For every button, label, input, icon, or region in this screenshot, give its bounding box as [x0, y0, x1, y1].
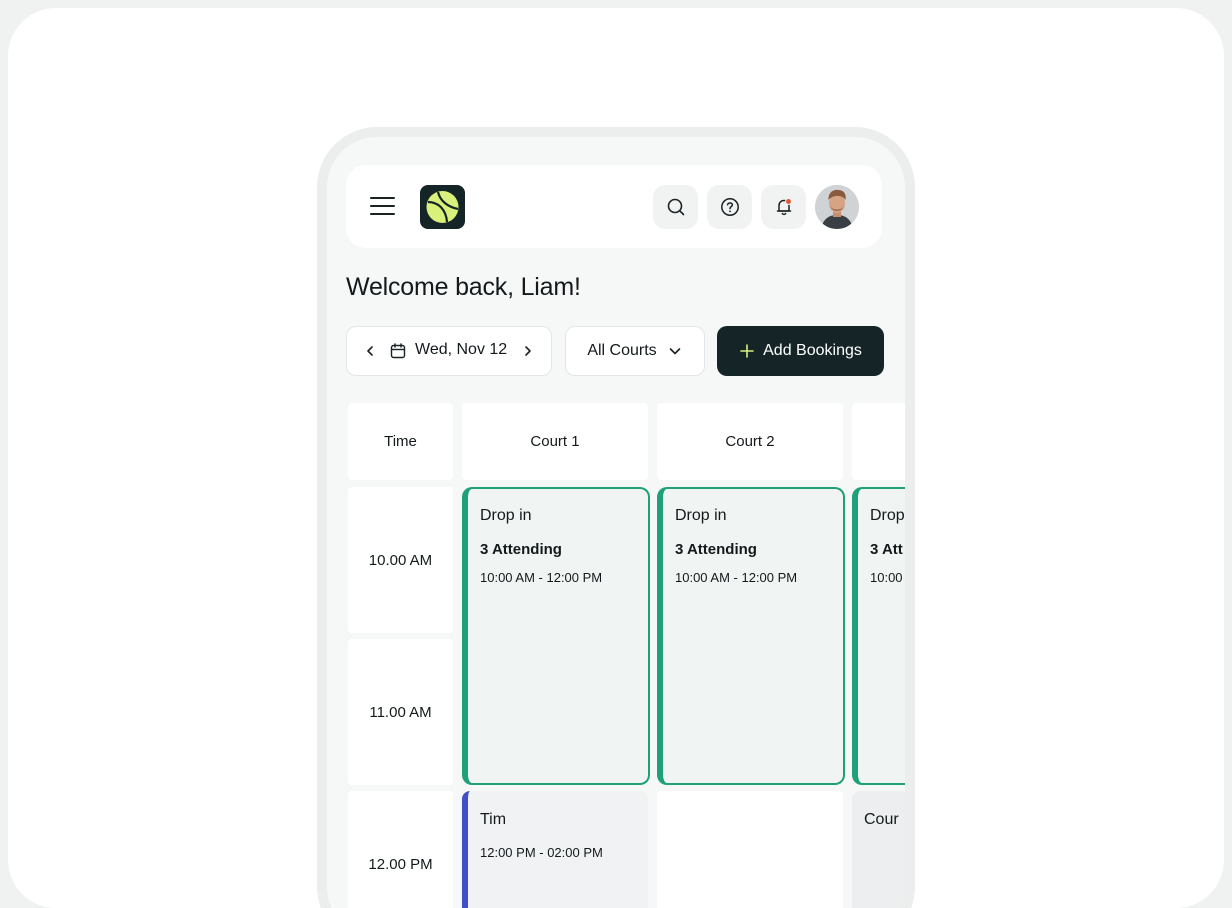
bell-icon[interactable]: [761, 185, 806, 229]
booking-card[interactable]: Cour: [852, 791, 905, 908]
booking-title: Tim: [480, 811, 507, 828]
booking-card[interactable]: Drop 3 Att 10:00: [852, 487, 905, 785]
booking-attending: 3 Attending: [675, 541, 757, 558]
booking-time: 10:00 AM - 12:00 PM: [480, 570, 603, 585]
empty-slot[interactable]: [657, 791, 843, 908]
app-canvas: Welcome back, Liam! Wed, Nov 12 All Cour…: [8, 8, 1224, 908]
booking-title: Drop in: [675, 507, 727, 524]
booking-title: Drop in: [480, 507, 532, 524]
booking-attending: 3 Att: [870, 541, 903, 558]
booking-title: Drop: [870, 507, 905, 524]
top-bar: [346, 165, 882, 248]
page-title: Welcome back, Liam!: [346, 273, 581, 301]
court-3-header: [852, 403, 905, 480]
court-1-header: Court 1: [462, 403, 648, 480]
add-bookings-label: Add Bookings: [763, 342, 862, 359]
phone-frame: Welcome back, Liam! Wed, Nov 12 All Cour…: [317, 127, 915, 908]
booking-time: 10:00 AM - 12:00 PM: [675, 570, 798, 585]
selected-date[interactable]: Wed, Nov 12: [415, 341, 507, 359]
help-circle-icon[interactable]: [707, 185, 752, 229]
time-slot-10am: 10.00 AM: [348, 487, 453, 633]
time-slot-12pm: 12.00 PM: [348, 791, 453, 908]
booking-title: Cour: [864, 811, 899, 828]
chevron-right-icon[interactable]: [520, 343, 536, 359]
schedule-grid: Time Court 1 Court 2 10.00 AM 11.00 AM 1…: [347, 403, 905, 908]
add-bookings-button[interactable]: Add Bookings: [717, 326, 884, 376]
calendar-icon: [389, 342, 407, 360]
booking-time: 10:00: [870, 570, 903, 585]
courts-dropdown[interactable]: All Courts: [565, 326, 705, 376]
courts-dropdown-label: All Courts: [587, 342, 657, 359]
booking-card[interactable]: Drop in 3 Attending 10:00 AM - 12:00 PM: [462, 487, 650, 785]
time-column-header: Time: [348, 403, 453, 480]
booking-time: 12:00 PM - 02:00 PM: [480, 845, 603, 860]
court-2-header: Court 2: [657, 403, 843, 480]
booking-card[interactable]: Tim 12:00 PM - 02:00 PM: [462, 791, 648, 908]
chevron-left-icon[interactable]: [362, 343, 378, 359]
time-slot-11am: 11.00 AM: [348, 639, 453, 785]
tennis-ball-icon[interactable]: [420, 185, 465, 229]
plus-icon: [739, 343, 755, 359]
booking-card[interactable]: Drop in 3 Attending 10:00 AM - 12:00 PM: [657, 487, 845, 785]
booking-attending: 3 Attending: [480, 541, 562, 558]
hamburger-menu-icon[interactable]: [370, 194, 396, 218]
date-picker: Wed, Nov 12: [346, 326, 552, 376]
search-icon[interactable]: [653, 185, 698, 229]
user-avatar[interactable]: [815, 185, 859, 229]
chevron-down-icon: [667, 343, 683, 359]
